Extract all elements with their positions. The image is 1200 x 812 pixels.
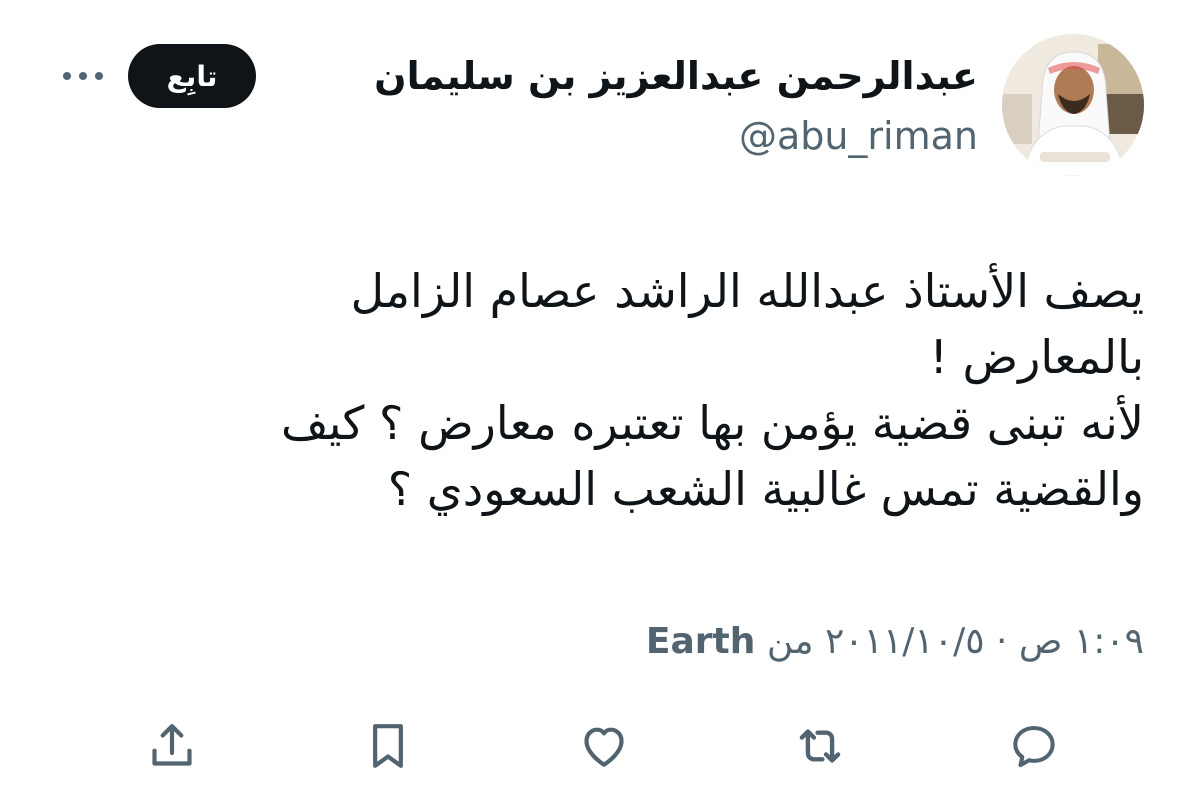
tweet-text-line: يصف الأستاذ عبدالله الراشد عصام الزامل bbox=[350, 264, 1144, 318]
tweet-meta: ١:٠٩ ص · ٢٠١١/١٠/٥ من Earth bbox=[646, 614, 1144, 670]
like-button[interactable] bbox=[574, 716, 634, 776]
follow-button[interactable]: تابِع bbox=[128, 44, 256, 108]
retweet-icon bbox=[799, 729, 841, 763]
share-icon bbox=[152, 724, 192, 766]
share-button[interactable] bbox=[142, 716, 202, 776]
author-display-name[interactable]: عبدالرحمن عبدالعزيز بن سليمان bbox=[374, 46, 978, 106]
tweet-text-line: والقضية تمس غالبية الشعب السعودي ؟ bbox=[387, 462, 1144, 516]
avatar-image bbox=[1002, 34, 1144, 176]
bookmark-icon bbox=[373, 724, 403, 768]
more-dots-icon bbox=[63, 72, 103, 80]
author-handle[interactable]: @abu_riman bbox=[739, 108, 978, 164]
more-options-button[interactable] bbox=[58, 56, 108, 96]
tweet-text-line: لأنه تبنى قضية يؤمن بها تعتبره معارض ؟ ك… bbox=[281, 396, 1144, 450]
tweet-source: Earth bbox=[645, 621, 756, 662]
tweet-text-line: بالمعارض ! bbox=[929, 330, 1144, 384]
like-icon bbox=[584, 727, 624, 767]
tweet-text: يصف الأستاذ عبدالله الراشد عصام الزامل ب… bbox=[144, 258, 1144, 522]
tweet-card: عبدالرحمن عبدالعزيز بن سليمان @abu_riman… bbox=[0, 0, 1200, 812]
source-prefix: من bbox=[766, 621, 814, 662]
avatar[interactable] bbox=[1002, 34, 1144, 176]
tweet-timestamp[interactable]: ١:٠٩ ص · ٢٠١١/١٠/٥ bbox=[825, 621, 1144, 662]
reply-button[interactable] bbox=[1004, 716, 1064, 776]
bookmark-button[interactable] bbox=[358, 716, 418, 776]
retweet-button[interactable] bbox=[790, 716, 850, 776]
reply-icon bbox=[1013, 725, 1055, 768]
